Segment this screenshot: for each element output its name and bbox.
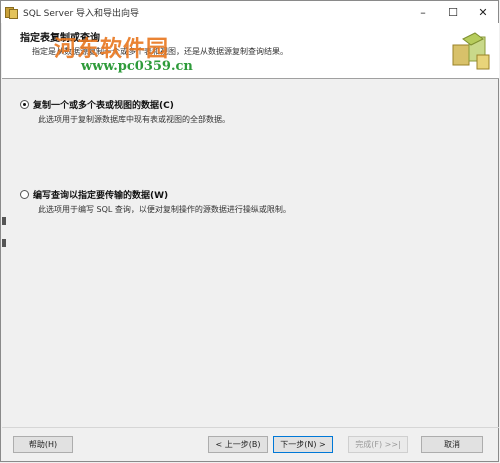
edge-mark: [2, 217, 6, 225]
finish-button: 完成(F) >>|: [348, 436, 408, 453]
option-write-query-desc: 此选项用于编写 SQL 查询，以便对复制操作的源数据进行操纵或限制。: [38, 205, 291, 214]
radio-write-query[interactable]: [20, 190, 29, 199]
option-write-query-label[interactable]: 编写查询以指定要传输的数据(W): [33, 188, 168, 201]
back-button[interactable]: < 上一步(B): [208, 436, 268, 453]
wizard-window: SQL Server 导入和导出向导 – ☐ ✕ 指定表复制或查询 指定是从数据…: [0, 0, 499, 462]
option-copy-tables-desc: 此选项用于复制源数据库中现有表或视图的全部数据。: [38, 115, 230, 124]
title-bar: SQL Server 导入和导出向导 – ☐ ✕: [1, 1, 498, 23]
option-copy-tables[interactable]: 复制一个或多个表或视图的数据(C): [20, 98, 174, 111]
close-icon[interactable]: ✕: [468, 1, 498, 23]
options-panel: 复制一个或多个表或视图的数据(C) 此选项用于复制源数据库中现有表或视图的全部数…: [2, 79, 499, 421]
help-button[interactable]: 帮助(H): [13, 436, 73, 453]
next-button[interactable]: 下一步(N) >: [273, 436, 333, 453]
radio-copy-tables[interactable]: [20, 100, 29, 109]
app-icon: [5, 6, 18, 19]
option-write-query[interactable]: 编写查询以指定要传输的数据(W): [20, 188, 168, 201]
option-copy-tables-label[interactable]: 复制一个或多个表或视图的数据(C): [33, 98, 174, 111]
edge-mark: [2, 239, 6, 247]
window-controls: – ☐ ✕: [408, 1, 498, 23]
footer-divider: [2, 427, 499, 428]
wizard-header: 指定表复制或查询 指定是从数据源复制一个或多个表和视图，还是从数据源复制查询结果…: [2, 23, 499, 79]
maximize-icon[interactable]: ☐: [438, 1, 468, 23]
watermark-url: www.pc0359.cn: [81, 59, 193, 74]
cancel-button[interactable]: 取消: [421, 436, 483, 453]
header-graphic-icon: [452, 32, 490, 70]
window-title: SQL Server 导入和导出向导: [23, 8, 140, 19]
minimize-icon[interactable]: –: [408, 1, 438, 23]
